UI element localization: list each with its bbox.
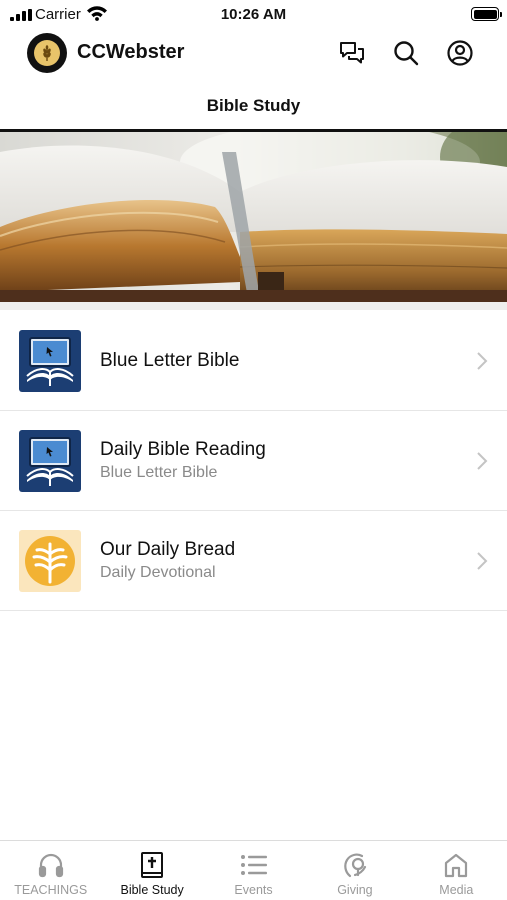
open-bible-photo [0,132,507,310]
chevron-right-icon [477,452,488,470]
bible-icon [137,850,167,880]
item-subtitle: Blue Letter Bible [100,463,218,481]
giving-icon [340,850,370,880]
blue-letter-bible-icon [19,330,81,392]
search-icon [394,41,419,66]
blue-letter-bible-icon [19,430,81,492]
list-item[interactable]: Blue Letter Bible [0,311,507,411]
chevron-right-icon [477,352,488,370]
profile-button[interactable] [446,39,474,67]
tab-teachings[interactable]: TEACHINGS [0,841,101,900]
clock: 10:26 AM [220,6,287,23]
our-daily-bread-icon [19,530,81,592]
tab-label: Events [234,883,273,897]
status-bar: Carrier 10:26 AM [0,0,507,30]
list-item[interactable]: Daily Bible Reading Blue Letter Bible [0,411,507,511]
tab-events[interactable]: Events [203,841,304,900]
chat-button[interactable] [338,39,366,67]
headphones-icon [36,850,66,880]
battery-icon [471,7,502,21]
tab-giving[interactable]: Giving [304,841,405,900]
banner-image [0,132,507,310]
chevron-right-icon [477,552,488,570]
item-title: Daily Bible Reading [100,438,266,460]
tab-label: Giving [337,883,373,897]
tab-label: TEACHINGS [14,883,88,897]
search-button[interactable] [392,39,420,67]
item-title: Blue Letter Bible [100,349,240,371]
home-icon [441,850,471,880]
list-item[interactable]: Our Daily Bread Daily Devotional [0,511,507,611]
wheat-icon [43,45,51,61]
tab-bar: TEACHINGS Bible Study Events Giving Medi… [0,840,507,900]
page-title: Bible Study [206,96,301,115]
list-icon [239,850,269,880]
tab-bible-study[interactable]: Bible Study [101,841,202,900]
chat-icon [340,42,364,64]
app-header: CCWebster [0,30,507,76]
tab-label: Media [439,883,474,897]
church-logo[interactable] [27,33,67,73]
tab-label: Bible Study [120,883,184,897]
item-subtitle: Daily Devotional [100,563,216,581]
tab-media[interactable]: Media [406,841,507,900]
item-title: Our Daily Bread [100,538,236,560]
app-name: CCWebster [77,41,185,63]
profile-icon [447,40,473,66]
resource-list: Blue Letter Bible Daily Bible Reading Bl… [0,311,507,611]
